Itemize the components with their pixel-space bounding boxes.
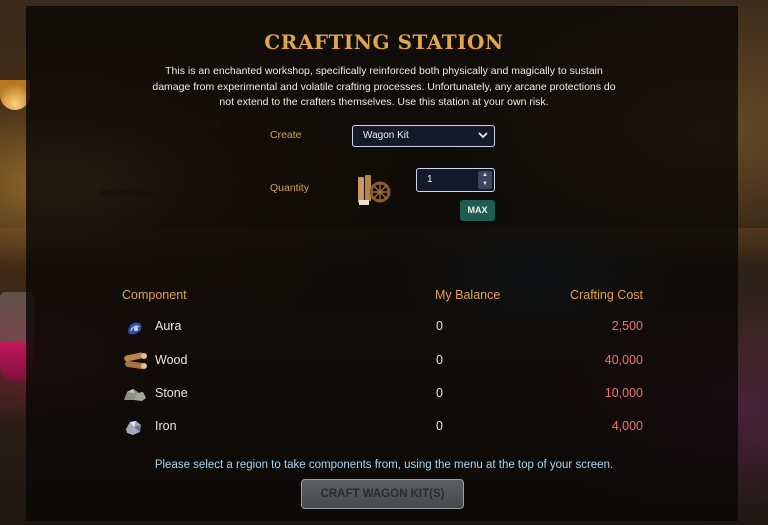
page-title: CRAFTING STATION <box>264 30 504 54</box>
station-description: This is an enchanted workshop, specifica… <box>152 65 616 108</box>
max-button[interactable]: MAX <box>460 200 495 221</box>
component-name: Iron <box>155 419 177 433</box>
component-balance: 0 <box>436 419 443 433</box>
chevron-down-icon <box>478 128 488 145</box>
component-cost: 10,000 <box>604 386 643 400</box>
cost-header: Crafting Cost <box>570 288 643 302</box>
stone-icon <box>122 384 148 404</box>
quantity-label: Quantity <box>270 182 310 194</box>
craft-button[interactable]: CRAFT WAGON KIT(S) <box>301 479 464 509</box>
component-cost: 4,000 <box>611 419 643 433</box>
stepper-up-icon[interactable]: ▲ <box>478 171 492 180</box>
region-notice: Please select a region to take component… <box>154 459 614 471</box>
component-balance: 0 <box>436 353 443 367</box>
component-name: Aura <box>155 319 182 333</box>
quantity-stepper[interactable]: ▲ ▼ <box>478 171 492 189</box>
component-balance: 0 <box>436 319 443 333</box>
component-name: Wood <box>155 353 188 367</box>
wood-icon <box>122 351 148 371</box>
create-label: Create <box>270 129 302 141</box>
create-select-value: Wagon Kit <box>363 130 409 141</box>
balance-header: My Balance <box>435 288 501 302</box>
quantity-input[interactable]: 1 ▲ ▼ <box>416 168 495 192</box>
component-cost: 2,500 <box>611 319 643 333</box>
component-header: Component <box>122 288 187 302</box>
component-balance: 0 <box>436 386 443 400</box>
aura-icon <box>124 318 146 338</box>
component-name: Stone <box>155 386 188 400</box>
wagon-kit-icon <box>356 173 392 207</box>
create-select[interactable]: Wagon Kit <box>352 125 495 147</box>
iron-icon <box>123 417 145 437</box>
component-cost: 40,000 <box>604 353 643 367</box>
stepper-down-icon[interactable]: ▼ <box>478 180 492 189</box>
quantity-value: 1 <box>427 174 433 185</box>
